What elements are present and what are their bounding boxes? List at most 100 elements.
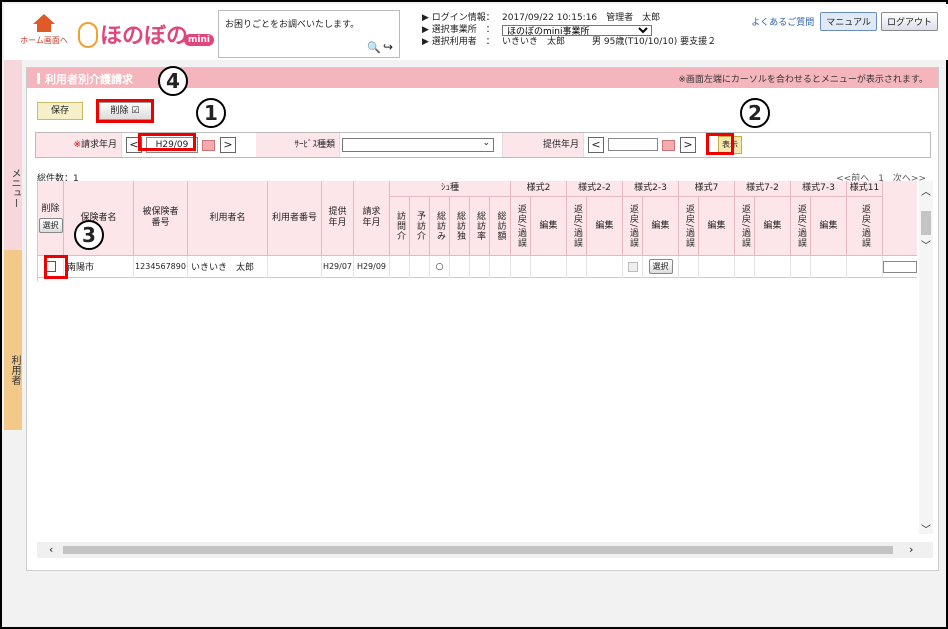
logo-badge: mini (184, 34, 214, 46)
required-mark: ※ (73, 140, 81, 150)
chevron-down-icon[interactable]: ﹀ (921, 521, 931, 536)
cell-kind-3 (450, 256, 470, 278)
provide-month-label: 提供年月 (502, 133, 584, 157)
col-form-0-edit: 編集 (531, 197, 567, 256)
col-form-0-return: 返戻/過誤 (511, 197, 531, 256)
user-tab[interactable]: 利用者 (4, 250, 22, 430)
cell-kind-1 (410, 256, 430, 278)
cell-insured-no: 1234567890 (134, 256, 188, 278)
cell-form-0-return (511, 256, 531, 278)
col-form-1-return: 返戻/過誤 (567, 197, 587, 256)
col-form-5-edit: 編集 (811, 197, 847, 256)
row-return-checkbox[interactable] (627, 261, 638, 272)
col-kind: ｼｭ種 (390, 181, 511, 197)
help-search-box[interactable]: お困りごとをお調べいたします。 🔍 ↪ (218, 10, 400, 58)
col-form-4-edit: 編集 (755, 197, 791, 256)
cell-form-6-return (847, 256, 883, 278)
home-button[interactable]: ホーム画面へ (18, 12, 70, 54)
cell-provide-ym: H29/07 (322, 256, 354, 278)
col-form-4-return: 返戻/過誤 (735, 197, 755, 256)
horizontal-scrollbar[interactable]: ‹ › (37, 542, 933, 558)
cell-extra (883, 256, 917, 278)
col-delete: 削除 選択 (38, 181, 64, 256)
home-icon-base (37, 24, 51, 32)
col-form-5-return: 返戻/過誤 (791, 197, 811, 256)
callout-number-3: 3 (74, 220, 104, 250)
chevron-up-icon[interactable]: ︿ (921, 183, 931, 198)
cell-form-1-return (567, 256, 587, 278)
cell-form-2-edit: 選択 (643, 256, 679, 278)
provide-month-input[interactable] (608, 138, 658, 151)
col-kind-3: 総訪独 (450, 197, 470, 256)
col-form-1: 様式2-2 (567, 181, 623, 197)
help-text: お困りごとをお調べいたします。 (225, 20, 360, 30)
faq-link[interactable]: よくあるご質問 (751, 15, 814, 28)
col-kind-5: 総訪額 (490, 197, 511, 256)
cell-insurer: 南陽市 (64, 256, 134, 278)
scroll-thumb[interactable] (921, 211, 931, 235)
col-form-2: 様式2-3 (623, 181, 679, 197)
cell-form-3-edit (699, 256, 735, 278)
login-label: ▶ ログイン情報： (422, 13, 495, 23)
col-form-6-return: 返戻/過誤 (847, 197, 883, 256)
col-form-2-edit: 編集 (643, 197, 679, 256)
chevron-left-icon[interactable]: ‹ (49, 543, 53, 556)
forward-icon[interactable]: ↪ (383, 40, 393, 54)
cell-user-no (268, 256, 322, 278)
login-value: 2017/09/22 10:15:16 管理者 太郎 (502, 13, 661, 23)
cell-request-ym: H29/09 (354, 256, 390, 278)
side-tabs: メニュー 利用者 (4, 60, 22, 570)
provide-month-next-button[interactable]: > (680, 137, 696, 153)
top-links: よくあるご質問 マニュアル ログアウト (751, 12, 938, 31)
request-month-label: ※請求年月 (36, 133, 122, 157)
calendar-icon[interactable] (202, 140, 215, 151)
col-provide-ym: 提供年月 (322, 181, 354, 256)
callout-box-4 (96, 99, 154, 123)
vertical-scrollbar[interactable]: ︿ ﹀ ﹀ (919, 181, 933, 536)
cell-kind-2: ○ (430, 256, 450, 278)
request-month-text: 請求年月 (80, 140, 117, 150)
col-form-3-return: 返戻/過誤 (679, 197, 699, 256)
provide-month-prev-button[interactable]: < (588, 137, 604, 153)
col-user-name: 利用者名 (188, 181, 268, 256)
cell-user-name: いきいき 太郎 (188, 256, 268, 278)
chevron-down-icon[interactable]: ﹀ (921, 237, 931, 252)
col-form-1-edit: 編集 (587, 197, 623, 256)
col-kind-4: 総訪率 (470, 197, 490, 256)
app-header: ホーム画面へ ほのぼの mini お困りごとをお調べいたします。 🔍 ↪ ▶ ロ… (4, 4, 948, 60)
user-label: ▶ 選択利用者 ： (422, 37, 495, 47)
menu-hint: ※画面左端にカーソルを合わせるとメニューが表示されます。 (678, 75, 928, 85)
office-select[interactable]: ほのぼのmini事業所 (502, 24, 652, 36)
chevron-right-icon[interactable]: › (909, 543, 913, 556)
cell-form-4-edit (755, 256, 791, 278)
col-kind-2: 総訪み (430, 197, 450, 256)
cell-form-3-return (679, 256, 699, 278)
col-kind-0: 訪問介 (390, 197, 410, 256)
cell-kind-0 (390, 256, 410, 278)
calendar-icon[interactable] (662, 140, 675, 151)
col-kind-1: 予訪介 (410, 197, 430, 256)
cell-form-5-edit (811, 256, 847, 278)
request-month-next-button[interactable]: > (220, 137, 236, 153)
home-label: ホーム画面へ (20, 36, 68, 45)
menu-tab[interactable]: メニュー (4, 60, 22, 250)
row-text-input[interactable] (883, 260, 917, 273)
hscroll-thumb[interactable] (63, 546, 893, 554)
logout-button[interactable]: ログアウト (880, 12, 938, 31)
callout-box-3 (44, 255, 68, 279)
manual-button[interactable]: マニュアル (820, 12, 877, 31)
chevron-down-icon: ⌄ (482, 138, 490, 148)
callout-number-2: 2 (740, 98, 770, 128)
search-icon[interactable]: 🔍 (367, 41, 381, 54)
cell-form-2-return (623, 256, 643, 278)
service-type-select[interactable]: ⌄ (342, 138, 494, 152)
save-button[interactable]: 保存 (37, 102, 83, 120)
cell-kind-4 (470, 256, 490, 278)
cell-form-4-return (735, 256, 755, 278)
row-select-button[interactable]: 選択 (648, 259, 673, 274)
select-all-button[interactable]: 選択 (38, 217, 63, 233)
home-icon (33, 14, 55, 24)
app-logo: ほのぼの mini (78, 16, 214, 52)
col-form-4: 様式7-2 (735, 181, 791, 197)
cell-form-0-edit (531, 256, 567, 278)
